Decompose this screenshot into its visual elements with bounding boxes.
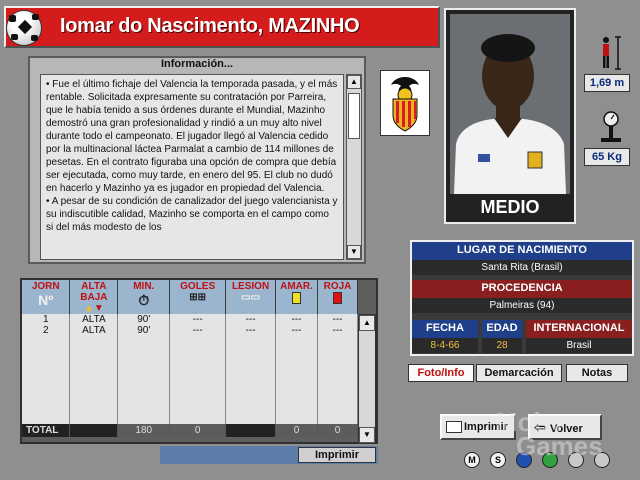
international-header: INTERNACIONAL [526, 320, 632, 338]
col-rojas: ROJA [317, 280, 358, 314]
position-label: MEDIO [480, 197, 540, 217]
birthplace-value: Santa Rita (Brasil) [412, 260, 632, 275]
info-title: Información... [160, 58, 234, 70]
age-header: EDAD [482, 320, 522, 338]
col-minutos: MIN. ⏱ [117, 280, 171, 314]
club-crest [380, 70, 430, 136]
total-goals: 0 [169, 424, 227, 437]
table-row: 1 ALTA 90' --- --- --- --- [22, 314, 358, 325]
cell [69, 424, 119, 437]
cell: 90' [117, 314, 171, 325]
total-yellow: 0 [275, 424, 318, 437]
info-text-area[interactable]: • Fue el último fichaje del Valencia la … [40, 74, 344, 260]
stats-table: JORN Nº ALTA BAJA ▲▼ MIN. ⏱ GOLES ⊞⊞ LES… [22, 280, 358, 437]
print-table-button[interactable]: Imprimir [298, 447, 376, 463]
col-jornada-label: JORN [31, 281, 60, 292]
music-toggle-icon[interactable]: M [464, 452, 480, 468]
total-label: TOTAL [22, 424, 71, 437]
col-goles: GOLES ⊞⊞ [169, 280, 227, 314]
scale-icon [596, 110, 626, 144]
net-icon: ⊞⊞ [189, 292, 207, 303]
table-scrollbar[interactable]: ▲ ▼ [358, 314, 376, 444]
col-minutos-label: MIN. [133, 281, 155, 292]
watermark-line2: Games [516, 431, 603, 461]
scroll-up-icon[interactable]: ▲ [359, 315, 375, 331]
cell: --- [275, 314, 318, 325]
table-row-empty [22, 391, 358, 402]
cell: --- [169, 325, 227, 336]
stats-table-panel: JORN Nº ALTA BAJA ▲▼ MIN. ⏱ GOLES ⊞⊞ LES… [20, 278, 378, 444]
table-row-empty [22, 358, 358, 369]
table-row-empty [22, 369, 358, 380]
height-value: 1,69 m [584, 74, 630, 92]
tab-notas[interactable]: Notas [566, 364, 628, 382]
table-row-empty [22, 347, 358, 358]
age-value: 28 [482, 338, 522, 353]
col-amarillas-label: AMAR. [280, 281, 313, 292]
col-lesion: LESION ▭▭ [225, 280, 277, 314]
col-rojas-label: ROJA [323, 281, 352, 292]
col-lesion-label: LESION [231, 281, 270, 292]
info-panel: Información... • Fue el último fichaje d… [28, 56, 366, 264]
table-row-empty [22, 413, 358, 424]
international-value: Brasil [526, 338, 632, 353]
tab-demarcacion[interactable]: Demarcación [476, 364, 562, 382]
cell [225, 424, 277, 437]
watermark: Moby Games [496, 409, 603, 461]
scroll-up-icon[interactable]: ▲ [347, 75, 361, 89]
col-alta-baja: ALTA BAJA ▲▼ [69, 280, 119, 314]
origin-header: PROCEDENCIA [412, 280, 632, 298]
cell: ALTA [69, 314, 119, 325]
table-row-empty [22, 402, 358, 413]
birthplace-header: LUGAR DE NACIMIENTO [412, 242, 632, 260]
origin-value: Palmeiras (94) [412, 298, 632, 313]
birth-info-panel: LUGAR DE NACIMIENTO Santa Rita (Brasil) … [410, 240, 634, 356]
cell: 90' [117, 325, 171, 336]
stopwatch-icon: ⏱ [138, 292, 150, 308]
yellow-card-icon [276, 292, 317, 307]
red-card-icon [318, 292, 357, 307]
info-scrollbar[interactable]: ▲ ▼ [346, 74, 362, 260]
cell: --- [317, 325, 358, 336]
total-red: 0 [317, 424, 358, 437]
table-row-empty [22, 380, 358, 391]
player-photo-frame: MEDIO [444, 8, 576, 224]
scroll-down-icon[interactable]: ▼ [347, 245, 361, 259]
table-row-empty [22, 336, 358, 347]
cell: --- [275, 325, 318, 336]
height-icon [596, 36, 626, 70]
cell: --- [225, 325, 277, 336]
printer-icon [446, 421, 462, 434]
info-paragraph: • A pesar de su condición de canalizador… [46, 196, 338, 233]
total-minutes: 180 [117, 424, 171, 437]
date-value: 8-4-66 [412, 338, 478, 353]
col-goles-label: GOLES [180, 281, 216, 292]
tab-foto-info[interactable]: Foto/Info [408, 364, 474, 382]
total-row: TOTAL 180 0 0 0 [22, 424, 358, 437]
table-row: 2 ALTA 90' --- --- --- --- [22, 325, 358, 336]
col-alta-baja-label: ALTA BAJA [80, 281, 108, 303]
scroll-down-icon[interactable]: ▼ [359, 427, 375, 443]
soccer-ball-icon [6, 10, 42, 46]
cell: --- [169, 314, 227, 325]
date-header: FECHA [412, 320, 478, 338]
bandage-icon: ▭▭ [241, 292, 261, 303]
weight-value: 65 Kg [584, 148, 630, 166]
scroll-thumb[interactable] [348, 93, 360, 139]
player-photo [450, 14, 570, 194]
info-paragraph: • Fue el último fichaje del Valencia la … [46, 79, 338, 194]
cell: --- [225, 314, 277, 325]
cell: --- [317, 314, 358, 325]
col-jornada: JORN Nº [22, 280, 71, 314]
player-name: Iomar do Nascimento, MAZINHO [60, 15, 360, 37]
cell: ALTA [69, 325, 119, 336]
cell: 1 [22, 314, 71, 325]
number-sign: Nº [38, 292, 54, 308]
col-amarillas: AMAR. [275, 280, 318, 314]
cell: 2 [22, 325, 71, 336]
up-down-arrows-icon: ▲▼ [83, 303, 104, 314]
